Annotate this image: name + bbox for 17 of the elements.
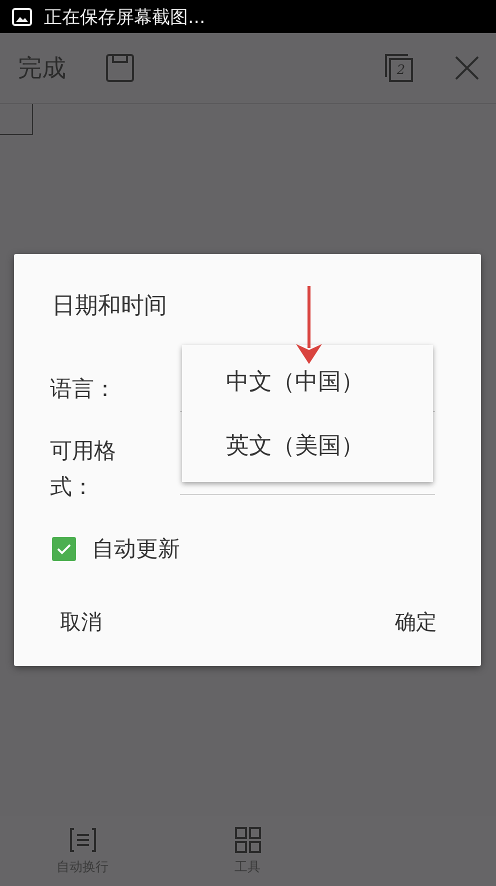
arrow-icon	[294, 286, 324, 366]
image-icon	[12, 8, 32, 26]
dialog-title: 日期和时间	[52, 292, 167, 321]
close-icon[interactable]	[454, 55, 480, 81]
dropdown-option[interactable]: 中文（中国）	[182, 358, 433, 405]
document-frame	[0, 104, 33, 135]
language-label: 语言：	[50, 376, 116, 404]
wrap-icon	[68, 826, 96, 854]
auto-update-checkbox[interactable]: 自动更新	[52, 534, 180, 564]
format-label: 可用格式：	[50, 438, 117, 502]
grid-icon	[234, 826, 262, 854]
save-icon[interactable]	[106, 54, 134, 82]
checkbox[interactable]	[52, 537, 76, 561]
dropdown-option[interactable]: 英文（美国）	[182, 422, 433, 470]
notification-text: 正在保存屏幕截图...	[44, 6, 206, 28]
dialog-button[interactable]: 取消	[56, 604, 106, 640]
dialog-button[interactable]: 确定	[391, 604, 441, 640]
